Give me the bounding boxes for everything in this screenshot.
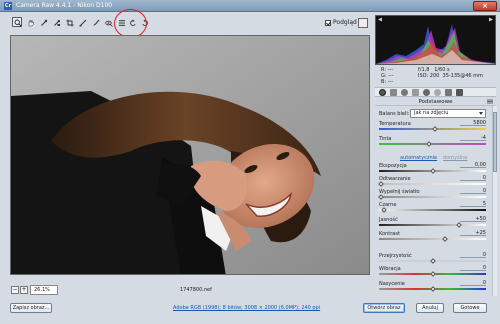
save-image-button[interactable]: Zapisz obraz... <box>10 303 52 313</box>
tab-basic-icon[interactable] <box>379 89 386 96</box>
histogram <box>375 15 496 65</box>
camera-raw-app-icon: Cr <box>4 2 12 10</box>
scrollbar-thumb[interactable] <box>493 112 497 172</box>
done-button[interactable]: Gotowe <box>453 303 487 313</box>
zoom-level-select[interactable]: 26,1% <box>30 285 58 295</box>
tab-hsl-icon[interactable] <box>412 89 419 96</box>
camera-info: R: --- G: --- B: --- f/1,8 1/60 s ISO: 2… <box>375 66 496 86</box>
slider-thumb[interactable] <box>429 271 436 277</box>
white-balance-select[interactable]: Jak na zdjęciu <box>410 109 486 118</box>
image-preview[interactable] <box>10 35 370 275</box>
slider-recovery[interactable]: Odtwarzanie 0 <box>378 175 486 188</box>
highlight-clipping-warning-icon[interactable] <box>488 17 494 22</box>
tab-presets-icon[interactable] <box>456 89 463 96</box>
adjustment-tabs <box>375 87 496 97</box>
slider-temperature[interactable]: Temperatura 5800 <box>379 120 486 133</box>
slider-thumb[interactable] <box>429 286 436 292</box>
eyedropper-icon[interactable] <box>38 17 48 27</box>
toolbar <box>10 15 370 31</box>
hand-tool-icon[interactable] <box>25 17 35 27</box>
tab-split-toning-icon[interactable] <box>423 89 430 96</box>
slider-vibrance[interactable]: Wibracja 0 <box>379 265 486 278</box>
slider-clarity[interactable]: Przejrzystość 0 <box>379 252 486 265</box>
open-image-button[interactable]: Otwórz obraz <box>363 303 405 313</box>
tab-camera-calibration-icon[interactable] <box>445 89 452 96</box>
slider-exposure[interactable]: Ekspozycja 0,00 <box>379 162 486 175</box>
red-eye-icon[interactable] <box>103 17 113 27</box>
crop-icon[interactable] <box>64 17 74 27</box>
iso-lens-readout: ISO: 200 35-135@46 mm <box>418 73 483 79</box>
slider-brightness[interactable]: Jasność +50 <box>379 216 486 229</box>
image-filename: 1747800.nef <box>180 287 212 293</box>
slider-fill-light[interactable]: Wypełnij światło 0 <box>378 188 486 201</box>
white-balance-label: Balans bieli: <box>379 111 410 117</box>
shadow-clipping-warning-icon[interactable] <box>377 17 383 22</box>
title-bar: Cr Camera Raw 4.4.1 - Nikon D100 × <box>0 0 500 12</box>
slider-saturation[interactable]: Nasycenie 0 <box>379 280 486 293</box>
tab-lens-corrections-icon[interactable] <box>434 89 441 96</box>
default-link[interactable]: domyślne <box>443 155 467 161</box>
preview-label: Podgląd <box>333 19 357 26</box>
slider-tint[interactable]: Tinta -4 <box>379 135 486 148</box>
window-title: Camera Raw 4.4.1 - Nikon D100 <box>16 2 113 9</box>
chevron-down-icon <box>479 112 483 115</box>
cancel-button[interactable]: Anuluj <box>416 303 444 313</box>
tab-tone-curve-icon[interactable] <box>390 89 397 96</box>
slider-thumb[interactable] <box>429 168 436 174</box>
zoom-in-button[interactable]: + <box>20 286 28 294</box>
retouch-brush-icon[interactable] <box>90 17 100 27</box>
slider-contrast[interactable]: Kontrast +25 <box>379 230 486 243</box>
panel-scrollbar[interactable] <box>492 106 497 296</box>
color-sampler-icon[interactable] <box>51 17 61 27</box>
slider-thumb[interactable] <box>429 258 436 264</box>
slider-blacks[interactable]: Czarne 5 <box>379 201 486 214</box>
zoom-out-button[interactable]: − <box>11 286 19 294</box>
zoom-tool-icon[interactable] <box>12 17 22 27</box>
straighten-icon[interactable] <box>77 17 87 27</box>
section-title: Podstawowe <box>375 98 496 106</box>
tab-detail-icon[interactable] <box>401 89 408 96</box>
panel-menu-icon[interactable] <box>487 99 493 104</box>
rgb-readout: R: --- G: --- B: --- <box>381 67 394 85</box>
auto-link[interactable]: automatycznie <box>400 155 437 161</box>
fullscreen-toggle-button[interactable] <box>358 18 368 28</box>
workflow-options-link[interactable]: Adobe RGB (1998); 8 bitów; 3008 × 2000 (… <box>173 305 320 311</box>
close-window-button[interactable]: × <box>473 1 497 11</box>
slider-thumb[interactable] <box>431 126 438 132</box>
preview-checkbox[interactable] <box>325 20 331 26</box>
portrait-photo <box>11 36 369 274</box>
highlight-circle-annotation <box>114 9 147 38</box>
